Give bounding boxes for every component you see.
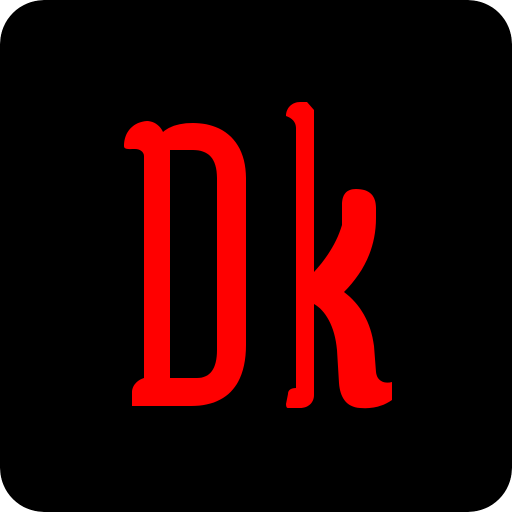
app-icon: Dk [0,0,512,512]
icon-background [0,0,512,512]
dk-logo-icon [0,0,512,512]
